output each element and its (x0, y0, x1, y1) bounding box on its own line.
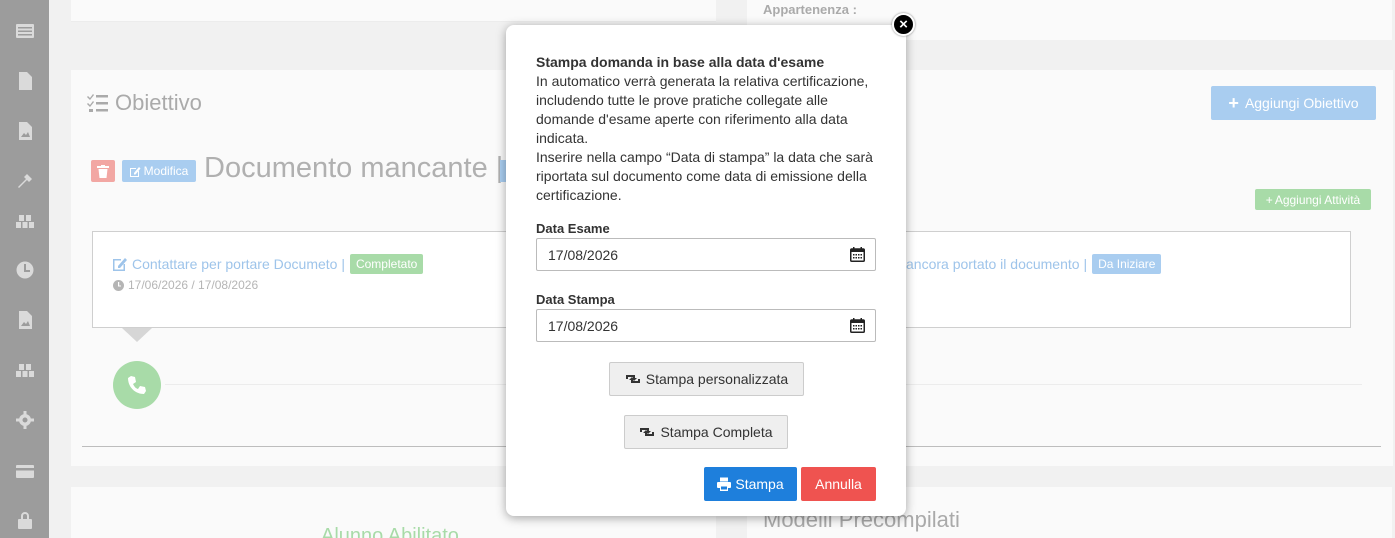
cubes-icon[interactable] (14, 359, 36, 381)
add-objective-label: Aggiungi Obiettivo (1244, 95, 1359, 111)
task-arrow (122, 328, 152, 342)
credit-card-icon[interactable] (14, 460, 36, 482)
print-icon (717, 477, 732, 491)
lock-icon[interactable] (14, 509, 36, 531)
task-left-title: Contattare per portare Documeto | (132, 256, 345, 272)
exam-date-value: 17/08/2026 (548, 246, 619, 263)
plus-icon: + (1265, 192, 1273, 207)
task-left-dates-text: 17/06/2026 / 17/08/2026 (128, 278, 259, 292)
close-button[interactable]: × (892, 13, 915, 36)
print-date-value: 17/08/2026 (548, 317, 619, 334)
phone-icon (128, 376, 146, 394)
cubes-icon[interactable] (14, 210, 36, 232)
retweet-icon (625, 375, 640, 383)
close-icon: × (899, 16, 908, 33)
file-image-icon[interactable] (14, 120, 36, 142)
document-title: Documento mancante | (204, 152, 504, 184)
edit-icon (129, 166, 141, 177)
print-date-input[interactable]: 17/08/2026 (536, 309, 876, 342)
status-badge: Da Iniziare (1092, 254, 1162, 274)
add-activity-label: Aggiungi Attività (1274, 192, 1361, 207)
task-right-title: ancora portato il documento | (906, 256, 1088, 272)
cancel-button[interactable]: Annulla (801, 467, 876, 501)
bottom-left-title: Alunno Abilitato (321, 525, 459, 538)
modal-title: Stampa domanda in base alla data d'esame (536, 54, 825, 70)
exam-date-label: Data Esame (536, 221, 610, 236)
print-button[interactable]: Stampa (704, 467, 797, 501)
gear-icon[interactable] (14, 409, 36, 431)
print-date-label: Data Stampa (536, 292, 615, 307)
appartenenza-label: Appartenenza : (763, 2, 857, 17)
list-icon[interactable] (14, 20, 36, 42)
objective-title: Obiettivo (87, 90, 202, 116)
file-icon[interactable] (14, 70, 36, 92)
clock-icon[interactable] (14, 259, 36, 281)
calendar-icon[interactable] (850, 247, 865, 262)
objective-title-text: Obiettivo (115, 90, 202, 115)
phone-activity[interactable] (113, 361, 161, 409)
delete-button[interactable] (91, 160, 115, 182)
plus-icon: + (1228, 92, 1239, 113)
add-activity-button[interactable]: + Aggiungi Attività (1255, 189, 1371, 210)
task-right[interactable]: ancora portato il documento | Da Iniziar… (906, 254, 1162, 274)
modify-button[interactable]: Modifica (122, 160, 196, 182)
full-print-button[interactable]: Stampa Completa (624, 415, 788, 449)
exam-date-input[interactable]: 17/08/2026 (536, 238, 876, 271)
full-print-label: Stampa Completa (660, 424, 773, 440)
custom-print-button[interactable]: Stampa personalizzata (609, 362, 804, 396)
file-image-icon[interactable] (14, 309, 36, 331)
tools-icon[interactable] (14, 171, 36, 193)
modal-description-2: Inserire nella campo “Data di stampa” la… (536, 149, 873, 203)
tasks-icon (87, 94, 108, 112)
trash-icon (97, 164, 109, 178)
print-label: Stampa (735, 476, 784, 492)
modal-description: In automatico verrà generata la relativa… (536, 72, 876, 205)
retweet-icon (640, 428, 655, 436)
task-left[interactable]: Contattare per portare Documeto | Comple… (113, 254, 424, 274)
status-badge: Completato (349, 254, 424, 274)
custom-print-label: Stampa personalizzata (645, 371, 789, 387)
modify-label: Modifica (143, 164, 189, 178)
edit-icon (113, 258, 127, 271)
calendar-icon[interactable] (850, 318, 865, 333)
sidebar (0, 0, 49, 538)
clock-icon (113, 279, 124, 291)
top-left-panel (71, 0, 716, 22)
task-left-dates: 17/06/2026 / 17/08/2026 (113, 278, 258, 292)
add-objective-button[interactable]: + Aggiungi Obiettivo (1211, 86, 1376, 120)
modal-description-1: In automatico verrà generata la relativa… (536, 73, 869, 146)
